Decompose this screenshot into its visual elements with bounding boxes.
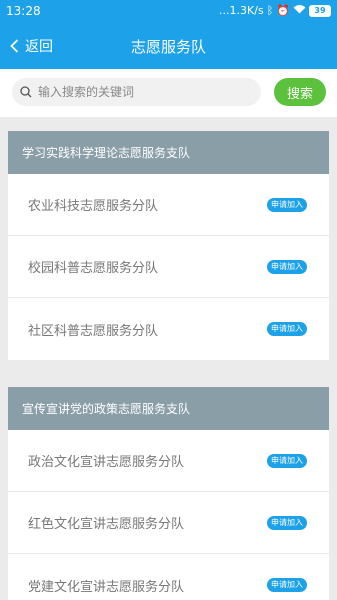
alarm-icon: ⏰	[276, 4, 290, 17]
network-speed: ...1.3K/s	[219, 4, 264, 17]
item-label: 党建文化宣讲志愿服务分队	[28, 579, 185, 595]
search-input[interactable]	[38, 85, 248, 99]
join-button[interactable]: 申请加入	[267, 515, 307, 530]
list-item[interactable]: 校园科普志愿服务分队 申请加入	[8, 236, 329, 298]
list-item[interactable]: 社区科普志愿服务分队 申请加入	[8, 298, 329, 360]
top-bar: 13:28 ...1.3K/s ᛒ ⏰ 39 返回 志愿服务队	[0, 0, 337, 69]
join-button[interactable]: 申请加入	[267, 578, 307, 592]
search-icon	[20, 86, 32, 98]
wifi-icon	[293, 4, 306, 18]
section-header: 学习实践科学理论志愿服务支队	[8, 131, 329, 174]
section-header: 宣传宣讲党的政策志愿服务支队	[8, 387, 329, 430]
list-item[interactable]: 农业科技志愿服务分队 申请加入	[8, 174, 329, 236]
status-bar: 13:28 ...1.3K/s ᛒ ⏰ 39	[0, 0, 337, 24]
list-item[interactable]: 政治文化宣讲志愿服务分队 申请加入	[8, 430, 329, 492]
item-label: 社区科普志愿服务分队	[28, 323, 159, 339]
join-button[interactable]: 申请加入	[267, 322, 307, 336]
status-icons: ...1.3K/s ᛒ ⏰ 39	[219, 4, 331, 18]
search-bar: 搜索	[0, 69, 337, 117]
section-policy: 宣传宣讲党的政策志愿服务支队 政治文化宣讲志愿服务分队 申请加入 红色文化宣讲志…	[8, 387, 329, 600]
status-time: 13:28	[6, 4, 41, 18]
list-item[interactable]: 红色文化宣讲志愿服务分队 申请加入	[8, 492, 329, 554]
join-button[interactable]: 申请加入	[267, 453, 307, 468]
join-button[interactable]: 申请加入	[267, 259, 307, 274]
search-button[interactable]: 搜索	[274, 78, 326, 106]
item-label: 政治文化宣讲志愿服务分队	[28, 455, 185, 470]
item-label: 校园科普志愿服务分队	[28, 261, 159, 276]
search-box[interactable]	[12, 78, 261, 106]
page-title: 志愿服务队	[130, 38, 206, 56]
item-label: 农业科技志愿服务分队	[28, 199, 159, 214]
nav-bar: 返回 志愿服务队	[0, 24, 337, 69]
section-learning: 学习实践科学理论志愿服务支队 农业科技志愿服务分队 申请加入 校园科普志愿服务分…	[8, 131, 329, 360]
item-label: 红色文化宣讲志愿服务分队	[28, 517, 185, 532]
battery-icon: 39	[309, 5, 331, 17]
bluetooth-icon: ᛒ	[266, 4, 274, 17]
list-item[interactable]: 党建文化宣讲志愿服务分队 申请加入	[8, 554, 329, 600]
join-button[interactable]: 申请加入	[267, 197, 307, 212]
